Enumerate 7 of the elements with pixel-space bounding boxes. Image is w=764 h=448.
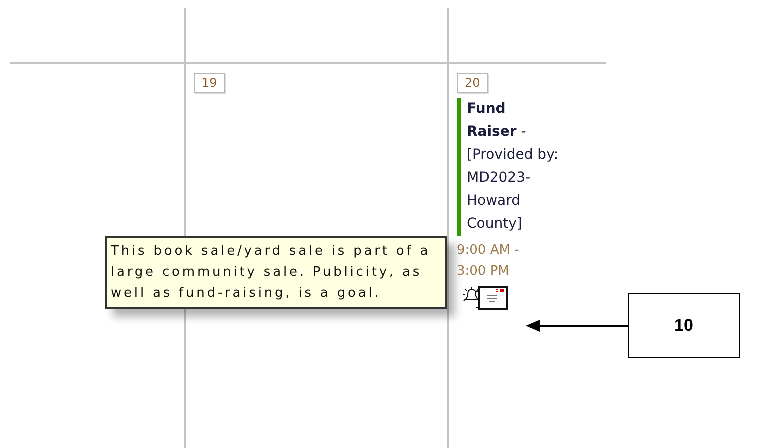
event-time: 9:00 AM - 3:00 PM (457, 242, 520, 281)
tooltip: This book sale/yard sale is part of a large community sale. Publicity, as well as fund-raising, is a goal. (105, 236, 447, 309)
day-number[interactable]: 20 (457, 73, 488, 93)
callout-label: 10 (628, 293, 740, 358)
day-number[interactable]: 19 (194, 73, 226, 93)
event-title[interactable]: Fund Raiser - [Provided by: MD2023-Howard County] (461, 98, 559, 236)
bell-envelope-icon[interactable] (463, 284, 509, 311)
